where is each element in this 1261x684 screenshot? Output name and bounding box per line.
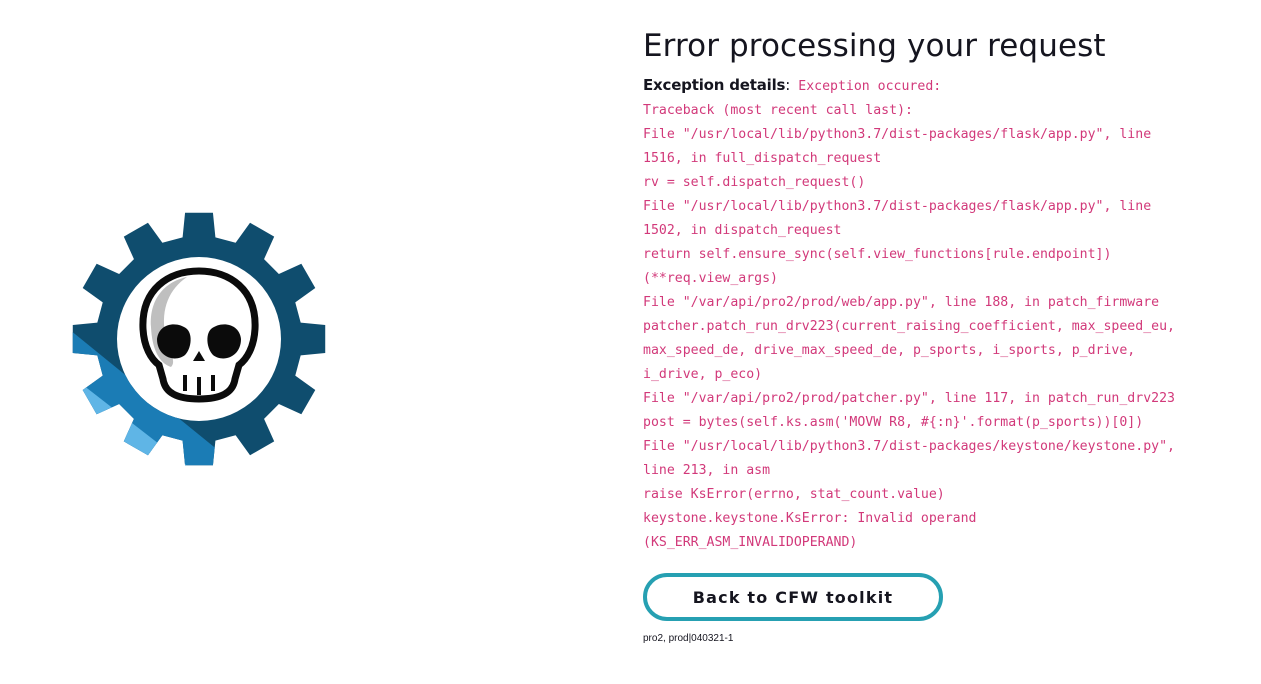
traceback-line: Exception occured:	[798, 79, 942, 94]
exception-details-line: Exception details: Exception occured:	[643, 73, 1223, 99]
traceback-line: File "/var/api/pro2/prod/web/app.py", li…	[643, 295, 1160, 310]
version-label: pro2, prod|040321-1	[643, 633, 734, 644]
gear-skull-logo	[70, 210, 328, 468]
page-title: Error processing your request	[643, 28, 1106, 64]
traceback-line: (KS_ERR_ASM_INVALIDOPERAND)	[643, 535, 858, 550]
traceback-line: Traceback (most recent call last):	[643, 103, 913, 118]
gear-skull-icon	[72, 212, 326, 466]
traceback-line: raise KsError(errno, stat_count.value)	[643, 487, 945, 502]
back-to-toolkit-button[interactable]: Back to CFW toolkit	[643, 573, 943, 621]
exception-details-separator: :	[785, 76, 791, 94]
traceback-line: max_speed_de, drive_max_speed_de, p_spor…	[643, 343, 1136, 358]
traceback-line: keystone.keystone.KsError: Invalid opera…	[643, 511, 977, 526]
error-content: Error processing your request Exception …	[643, 26, 1223, 555]
traceback-line: rv = self.dispatch_request()	[643, 175, 866, 190]
traceback-line: line 213, in asm	[643, 463, 771, 478]
exception-details-label: Exception details	[643, 76, 786, 94]
traceback-block: Exception details: Exception occured: Tr…	[643, 73, 1223, 555]
traceback-line: post = bytes(self.ks.asm('MOVW R8, #{:n}…	[643, 415, 1144, 430]
traceback-line: (**req.view_args)	[643, 271, 778, 286]
traceback-line: return self.ensure_sync(self.view_functi…	[643, 247, 1112, 262]
traceback-line: 1502, in dispatch_request	[643, 223, 842, 238]
traceback-line: patcher.patch_run_drv223(current_raising…	[643, 319, 1175, 334]
traceback-line: File "/usr/local/lib/python3.7/dist-pack…	[643, 127, 1152, 142]
traceback-line: File "/usr/local/lib/python3.7/dist-pack…	[643, 199, 1152, 214]
traceback-line: i_drive, p_eco)	[643, 367, 763, 382]
traceback-line: File "/usr/local/lib/python3.7/dist-pack…	[643, 439, 1175, 454]
traceback-line: File "/var/api/pro2/prod/patcher.py", li…	[643, 391, 1175, 406]
traceback-line: 1516, in full_dispatch_request	[643, 151, 882, 166]
